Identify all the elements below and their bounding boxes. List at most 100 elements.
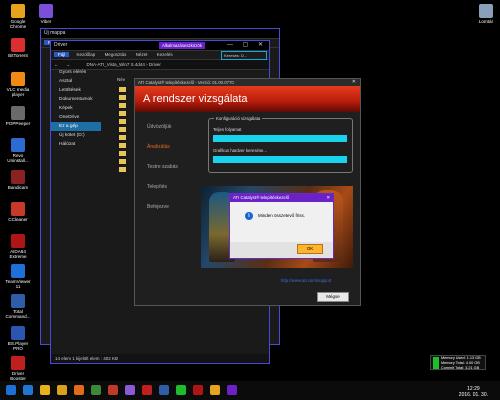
desktop-icon-vlc[interactable]: VLC media player [4, 72, 32, 97]
column-header-name[interactable]: Név [117, 75, 133, 84]
desktop-icon-popppeeper[interactable]: POPPeeper [4, 106, 32, 126]
driver-booster-icon [11, 356, 25, 370]
close-icon[interactable]: ✕ [326, 194, 330, 202]
nav-item[interactable]: Új kötet (D:) [51, 131, 101, 140]
forward-arrow-icon[interactable]: → [63, 62, 74, 67]
window-title: Új mappa [41, 29, 279, 39]
nav-item[interactable]: Dokumentumok [51, 95, 101, 104]
desktop-icon-label: Google Chrome [9, 19, 27, 29]
window-controls[interactable]: — ▢ ✕ [227, 41, 267, 50]
file-list: Név [117, 75, 133, 255]
taskbar-app-e-icon[interactable] [159, 385, 169, 395]
taskbar-edge-icon[interactable] [23, 385, 33, 395]
ok-button[interactable]: OK [297, 244, 323, 254]
nav-item[interactable]: Képek [51, 104, 101, 113]
nav-item[interactable]: Ez a gép [51, 122, 101, 131]
desktop-icon-revo[interactable]: Revo Uninstall... [4, 138, 32, 163]
taskbar-start-icon[interactable] [6, 385, 16, 395]
aida64-icon [11, 234, 25, 248]
system-clock[interactable]: 12:29 2016. 01. 30. [459, 386, 488, 398]
search-input[interactable]: Keresés: D... [221, 51, 267, 60]
dialog-message: Minden összetevő friss. [258, 213, 306, 218]
taskbar-firefox-icon[interactable] [74, 385, 84, 395]
folder-icon[interactable] [119, 95, 126, 100]
desktop-icon-label: Bandicam [7, 185, 29, 190]
dialog-title: ATI Catalyst® telepítéskezelő ✕ [230, 194, 333, 202]
taskbar-explorer-icon[interactable] [40, 385, 50, 395]
total-commander-icon [11, 294, 25, 308]
recycle-bin-icon [479, 4, 493, 18]
desktop-icon-label: BS.Player PRO [7, 341, 29, 351]
desktop-icon-ccleaner[interactable]: CCleaner [4, 202, 32, 222]
desktop-icon-bitorrent[interactable]: BitTorrent [4, 38, 32, 58]
back-arrow-icon[interactable]: ← [51, 62, 62, 67]
folder-icon[interactable] [119, 159, 126, 164]
desktop-icon-label: Total Command... [5, 309, 31, 319]
nav-item[interactable]: OneDrive [51, 113, 101, 122]
desktop-icon-recycle-bin[interactable]: Lomtár [472, 4, 500, 24]
ribbon-share[interactable]: Megosztás [105, 52, 127, 57]
folder-icon[interactable] [119, 103, 126, 108]
desktop-icon-label: Viber [40, 19, 52, 24]
desktop-icon-viber[interactable]: Viber [32, 4, 60, 24]
ribbon-manage[interactable]: Kezelés [157, 52, 173, 57]
taskbar-app-c-icon[interactable] [125, 385, 135, 395]
navigation-pane: Gyors elérés Asztal Letöltések Dokumentumok… [51, 68, 101, 353]
nav-item[interactable]: Letöltések [51, 86, 101, 95]
taskbar: 12:29 2016. 01. 30. [0, 381, 500, 400]
installer-title: ATI Catalyst® telepítéskezelő - Verzió: … [135, 79, 360, 86]
desktop-icon-google-chrome[interactable]: Google Chrome [4, 4, 32, 29]
folder-icon[interactable] [119, 135, 126, 140]
ribbon-file[interactable]: Fájl [54, 52, 70, 57]
desktop-icon-bsplayer[interactable]: BS.Player PRO [4, 326, 32, 351]
taskbar-app-d-icon[interactable] [142, 385, 152, 395]
nav-item[interactable]: Asztal [51, 77, 101, 86]
folder-icon[interactable] [119, 143, 126, 148]
folder-icon[interactable] [119, 167, 126, 172]
desktop-icon-label: TeamViewer 11 [5, 279, 31, 289]
desktop-icon-total-commander[interactable]: Total Command... [4, 294, 32, 319]
folder-icon[interactable] [119, 127, 126, 132]
google-chrome-icon [11, 4, 25, 18]
vlc-icon [11, 72, 25, 86]
taskbar-app-f-icon[interactable] [176, 385, 186, 395]
path-text: DNA-ATI_Vista_Win7 S.4d44 › Driver [86, 62, 161, 67]
desktop-icon-aida64[interactable]: AIDA64 Extreme [4, 234, 32, 259]
folder-icon[interactable] [119, 87, 126, 92]
desktop-icon-teamviewer[interactable]: TeamViewer 11 [4, 264, 32, 289]
desktop-icon-label: Lomtár [478, 19, 494, 24]
nav-item[interactable]: Gyors elérés [51, 68, 101, 77]
support-link[interactable]: http://www.ati.com/support [281, 278, 331, 283]
ribbon-view[interactable]: Nézet [136, 52, 148, 57]
taskbar-app-g-icon[interactable] [193, 385, 203, 395]
folder-icon[interactable] [119, 119, 126, 124]
taskbar-app-i-icon[interactable] [227, 385, 237, 395]
hardware-progress-bar [213, 156, 347, 163]
viber-icon [39, 4, 53, 18]
step-welcome: Üdvözöljük [147, 124, 172, 130]
taskbar-app-h-icon[interactable] [210, 385, 220, 395]
status-bar: 14 elem 1 kijelölt elem : 402 KB [51, 354, 269, 363]
info-icon: i [245, 212, 253, 220]
nav-item[interactable]: Hálózat [51, 140, 101, 149]
ribbon-home[interactable]: Kezdőlap [77, 52, 96, 57]
cancel-button[interactable]: Mégse [317, 292, 349, 302]
close-icon[interactable]: ✕ [352, 79, 356, 86]
step-install: Telepítés [147, 184, 168, 190]
window-title: Driver Alkalmazáseszközök — ▢ ✕ [51, 41, 269, 51]
bandicam-icon [11, 170, 25, 184]
taskbar-app-b-icon[interactable] [108, 385, 118, 395]
desktop-icon-label: CCleaner [8, 217, 28, 222]
memory-gauge-icon [433, 357, 439, 369]
folder-icon[interactable] [119, 111, 126, 116]
info-dialog[interactable]: ATI Catalyst® telepítéskezelő ✕ i Minden … [229, 193, 334, 259]
taskbar-app-a-icon[interactable] [91, 385, 101, 395]
desktop-icon-label: Revo Uninstall... [7, 153, 29, 163]
ati-installer-window[interactable]: ATI Catalyst® telepítéskezelő - Verzió: … [134, 78, 361, 306]
folder-icon[interactable] [119, 151, 126, 156]
taskbar-chrome-icon[interactable] [57, 385, 67, 395]
step-analyze: Ánalizálás [147, 144, 170, 150]
group-title: Konfiguráció vizsgálata [214, 116, 263, 121]
desktop-icon-bandicam[interactable]: Bandicam [4, 170, 32, 190]
step-customize: Testre szabás [147, 164, 178, 170]
